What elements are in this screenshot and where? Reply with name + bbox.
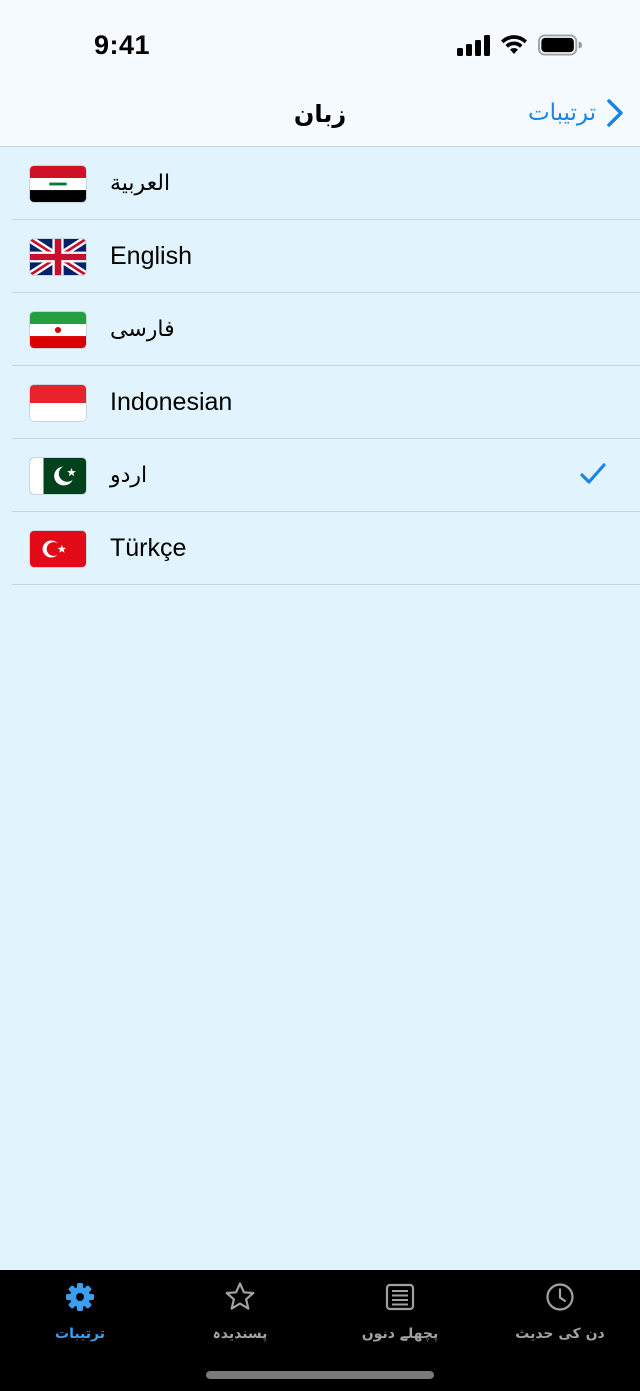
language-label: English: [110, 242, 192, 270]
tab-label: دن کی حدیث: [515, 1326, 605, 1342]
tab-hadith-of-day[interactable]: دن کی حدیث: [480, 1280, 640, 1342]
tab-settings[interactable]: ترتیبات: [0, 1280, 160, 1342]
status-bar: 9:41: [0, 0, 640, 92]
language-row-english[interactable]: English: [0, 220, 640, 293]
iran-flag-icon: [29, 310, 87, 349]
pakistan-flag-icon: [29, 456, 87, 495]
list-icon: [385, 1283, 415, 1311]
battery-icon: [538, 34, 582, 56]
language-label: Indonesian: [110, 388, 233, 416]
language-row-turkish[interactable]: Türkçe: [0, 512, 640, 585]
checkmark-icon: [580, 463, 606, 484]
star-icon: [225, 1282, 255, 1310]
wifi-icon: [501, 35, 527, 54]
back-button-label: ترتیبات: [527, 100, 596, 126]
tab-label: ترتیبات: [55, 1326, 105, 1342]
language-row-urdu[interactable]: اردو: [0, 439, 640, 512]
language-row-arabic[interactable]: العربية: [0, 147, 640, 220]
status-icons: [457, 34, 582, 56]
home-indicator[interactable]: [206, 1371, 434, 1379]
gear-icon: [66, 1283, 94, 1311]
tab-label: پسندیدہ: [212, 1326, 268, 1342]
tab-previous-days[interactable]: پچھلے دنوں: [320, 1280, 480, 1342]
indonesia-flag-icon: [29, 383, 87, 422]
language-row-persian[interactable]: فارسی: [0, 293, 640, 366]
chevron-right-icon: [607, 99, 623, 127]
clock-icon: [546, 1283, 574, 1311]
language-label: فارسی: [110, 317, 175, 342]
turkey-flag-icon: [29, 529, 87, 568]
language-label: اردو: [110, 463, 148, 488]
language-label: Türkçe: [110, 534, 187, 562]
tab-label: پچھلے دنوں: [361, 1326, 439, 1342]
tab-favorites[interactable]: پسندیدہ: [160, 1280, 320, 1342]
cellular-signal-icon: [457, 34, 490, 56]
language-row-indonesian[interactable]: Indonesian: [0, 366, 640, 439]
language-list: العربية English فارسی Indonesian اردو Tü…: [0, 147, 640, 585]
uk-flag-icon: [29, 237, 87, 276]
iraq-flag-icon: [29, 164, 87, 203]
status-time: 9:41: [94, 30, 151, 60]
language-label: العربية: [110, 171, 171, 196]
navigation-bar: زبان ترتیبات: [0, 92, 640, 147]
back-button[interactable]: ترتیبات: [528, 98, 624, 128]
